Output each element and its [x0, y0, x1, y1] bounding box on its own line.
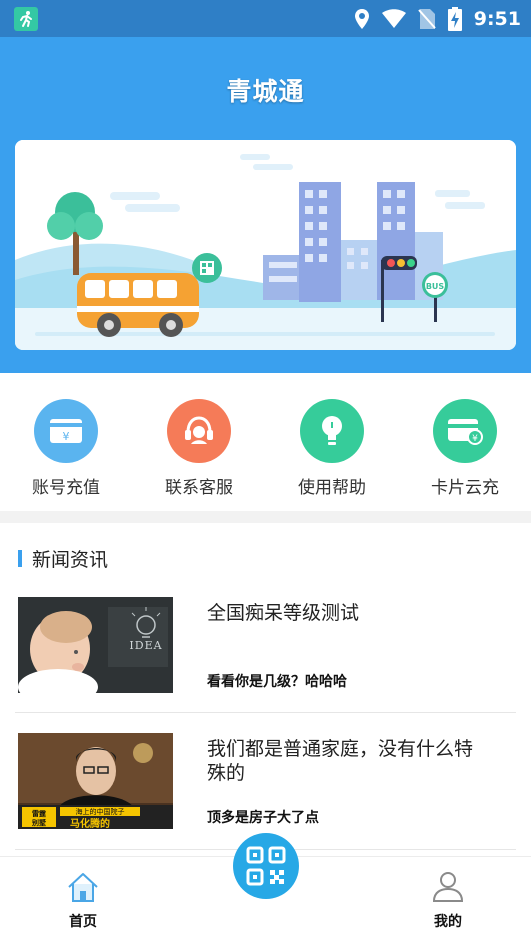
status-bar: 9:51	[0, 0, 531, 37]
news-item[interactable]: IDEA 全国痴呆等级测试 看看你是几级？哈哈哈	[18, 597, 516, 695]
tab-bar: 首页 我的	[0, 833, 531, 944]
page-title: 青城通	[226, 77, 305, 106]
card-yen-icon: ¥	[34, 399, 98, 463]
wifi-icon	[381, 9, 406, 28]
news-item-title: 全国痴呆等级测试	[207, 602, 360, 624]
news-thumbnail: IDEA	[18, 597, 173, 693]
thumbnail-caption-right: 马化腾的	[70, 817, 110, 829]
quick-action-label: 账号充值	[32, 478, 100, 498]
quick-action-label: 联系客服	[165, 478, 233, 498]
tab-mine-label: 我的	[434, 914, 462, 930]
svg-text:雷霆: 雷霆	[32, 809, 46, 818]
bus-sign-text: BUS	[426, 282, 445, 291]
thumbnail-caption-top: 海上的中国院子	[76, 807, 125, 816]
no-sim-icon	[417, 9, 436, 29]
section-accent-bar	[18, 550, 22, 567]
user-icon	[432, 872, 464, 902]
quick-action-cloud-card[interactable]: ¥ 卡片云充	[405, 399, 525, 498]
news-item-subtitle: 顶多是房子大了点	[207, 810, 319, 826]
quick-action-label: 卡片云充	[431, 478, 499, 498]
headset-icon	[167, 399, 231, 463]
news-item-subtitle: 看看你是几级？哈哈哈	[207, 674, 347, 690]
qr-code-icon	[246, 846, 286, 886]
quick-actions: ¥ 账号充值 联系客服 使用帮助 ¥ 卡片云充	[0, 373, 531, 511]
news-section-title: 新闻资讯	[32, 549, 109, 571]
thumbnail-caption: IDEA	[129, 639, 162, 652]
status-icons: 9:51	[354, 7, 521, 31]
news-item[interactable]: 雷霆 别墅 海上的中国院子 马化腾的 我们都是普通家庭，没有什么特殊的 顶多是房…	[18, 733, 516, 831]
news-thumbnail: 雷霆 别墅 海上的中国院子 马化腾的	[18, 733, 173, 829]
tab-home[interactable]: 首页	[43, 871, 123, 931]
location-icon	[354, 9, 369, 29]
news-section: 新闻资讯 IDEA 全国痴呆等级测试 看看你是几级？哈哈哈 雷霆 别墅 海上的中…	[0, 523, 531, 856]
banner-illustration[interactable]: BUS	[15, 140, 516, 350]
app-screen: 9:51 青城通 BUS ¥ 账号充值 联系客服 使用帮助 ¥ 卡片云充 新闻资…	[0, 0, 531, 944]
card-cloud-icon: ¥	[433, 399, 497, 463]
quick-action-label: 使用帮助	[298, 478, 366, 498]
news-item-title: 我们都是普通家庭，没有什么特殊的	[207, 738, 474, 784]
quick-action-recharge[interactable]: ¥ 账号充值	[6, 399, 126, 498]
lightbulb-icon	[300, 399, 364, 463]
tab-mine[interactable]: 我的	[408, 871, 488, 931]
runner-app-icon	[14, 7, 38, 31]
svg-text:¥: ¥	[472, 434, 478, 444]
svg-text:¥: ¥	[63, 430, 70, 443]
tab-home-label: 首页	[69, 914, 97, 930]
quick-action-support[interactable]: 联系客服	[139, 399, 259, 498]
status-time: 9:51	[473, 8, 521, 30]
header: 9:51 青城通 BUS	[0, 0, 531, 373]
svg-text:别墅: 别墅	[31, 818, 46, 827]
quick-action-help[interactable]: 使用帮助	[272, 399, 392, 498]
divider	[15, 712, 516, 713]
battery-charging-icon	[447, 7, 462, 31]
scan-qr-button[interactable]	[233, 833, 299, 899]
news-header: 新闻资讯	[18, 545, 108, 572]
home-icon	[68, 873, 98, 902]
